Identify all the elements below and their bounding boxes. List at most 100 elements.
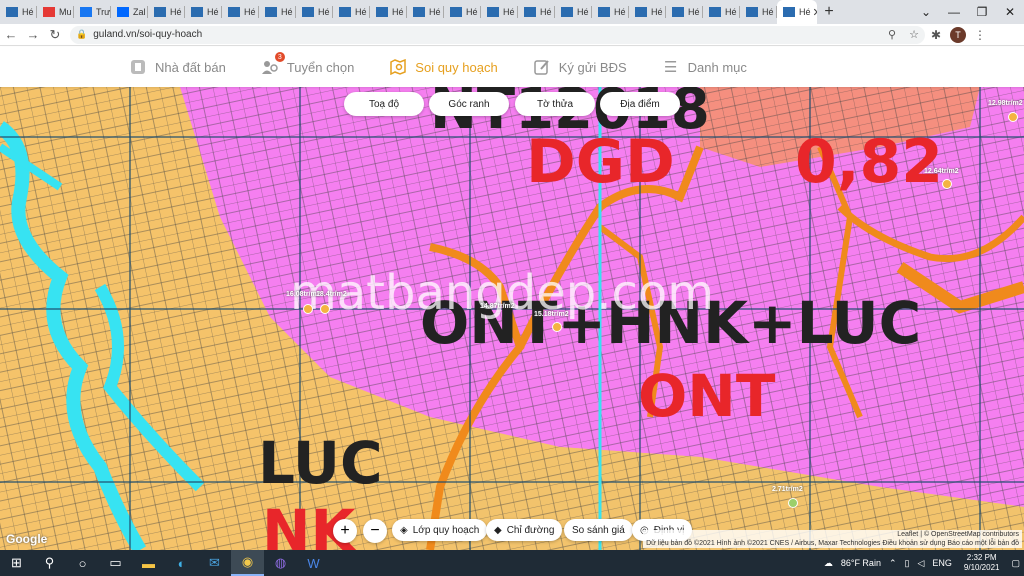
guland-icon: [746, 7, 758, 17]
weather-icon: ☁: [823, 557, 833, 568]
price-marker[interactable]: [320, 304, 330, 314]
map-search-icon: [388, 57, 408, 77]
task-view-icon[interactable]: ▭: [99, 550, 132, 576]
language-indicator[interactable]: ENG: [932, 558, 952, 568]
clock[interactable]: 2:32 PM 9/10/2021: [964, 553, 1000, 573]
browser-tab[interactable]: Hé: [222, 0, 259, 24]
browser-tab[interactable]: Zal: [111, 0, 148, 24]
word-icon[interactable]: W: [297, 550, 330, 576]
mail-icon[interactable]: ✉: [198, 550, 231, 576]
map-attribution: Leaflet | © OpenStreetMap contributors D…: [643, 530, 1022, 548]
browser-tab[interactable]: Hé: [592, 0, 629, 24]
zoom-out-button[interactable]: −: [363, 519, 387, 543]
browser-tab[interactable]: Hé: [333, 0, 370, 24]
browser-tab[interactable]: Hé: [259, 0, 296, 24]
tab-title: Hé: [725, 7, 737, 17]
youtube-icon: [43, 7, 55, 17]
nav-label: Tuyển chọn: [286, 59, 355, 75]
browser-tab[interactable]: Hé: [185, 0, 222, 24]
browser-tab[interactable]: Hé: [555, 0, 592, 24]
tab-title: Hé: [503, 7, 515, 17]
price-marker[interactable]: [552, 322, 562, 332]
browser-tab[interactable]: Hé: [518, 0, 555, 24]
so-sanh-gia-button[interactable]: So sánh giá: [564, 519, 633, 541]
browser-tab[interactable]: Hé: [481, 0, 518, 24]
tab-title: Mu: [59, 7, 72, 17]
nav-danh-muc[interactable]: ☰ Danh mục: [661, 57, 747, 77]
zoom-in-button[interactable]: +: [333, 519, 357, 543]
menu-icon: ☰: [663, 59, 678, 76]
back-button[interactable]: ←: [0, 24, 22, 46]
guland-icon: [154, 7, 166, 17]
browser-tab-bar: Hé Mu Trư Zal Hé Hé Hé Hé Hé Hé Hé Hé Hé Hé Hé Hé Hé Hé Hé…: [0, 0, 1024, 24]
close-window-button[interactable]: ✕: [996, 0, 1024, 24]
goc-ranh-button[interactable]: Góc ranh: [429, 92, 509, 116]
browser-tab[interactable]: Hé: [703, 0, 740, 24]
minimize-button[interactable]: —: [940, 0, 968, 24]
address-bar-row: ← → ↻ 🔒 guland.vn/soi-quy-hoach ⚲ ☆ ✱ T …: [0, 24, 1024, 46]
browser-tab[interactable]: Hé: [148, 0, 185, 24]
tray-chevron-icon[interactable]: ⌃: [889, 558, 897, 569]
browser-tab[interactable]: Hé: [444, 0, 481, 24]
forward-button[interactable]: →: [22, 24, 44, 46]
zoning-label: ONT: [638, 362, 776, 430]
zoning-label: DGD: [526, 127, 675, 197]
tab-search-icon[interactable]: ⌄: [912, 0, 940, 24]
browser-tab[interactable]: Mu: [37, 0, 74, 24]
chi-duong-button[interactable]: ◆ Chỉ đường: [486, 519, 563, 541]
browser-tab[interactable]: Hé: [296, 0, 333, 24]
browser-tab[interactable]: Hé: [370, 0, 407, 24]
guland-icon: [413, 7, 425, 17]
nav-soi-quy-hoach[interactable]: Soi quy hoạch: [388, 57, 498, 77]
price-label: 14.87tr/m2: [480, 303, 515, 310]
facebook-icon: [80, 7, 92, 17]
price-marker[interactable]: [303, 304, 313, 314]
price-marker[interactable]: [942, 179, 952, 189]
nav-label: Ký gửi BĐS: [558, 59, 627, 75]
tool-label: Lớp quy hoạch: [412, 524, 480, 536]
browser-tab[interactable]: Hé: [407, 0, 444, 24]
windows-taskbar: ⊞ ⚲ ○ ▭ ▬ ◐ ✉ ◉ ◍ W ☁ 86°F Rain ⌃ ▯ ◁ EN…: [0, 550, 1024, 576]
nav-nha-dat-ban[interactable]: Nhà đất bán: [128, 57, 226, 77]
weather-text[interactable]: 86°F Rain: [841, 558, 881, 568]
dia-diem-button[interactable]: Địa điểm: [600, 92, 680, 116]
maximize-button[interactable]: ❐: [968, 0, 996, 24]
price-marker[interactable]: [1008, 112, 1018, 122]
close-tab-icon[interactable]: ✕: [813, 6, 817, 19]
new-tab-button[interactable]: +: [817, 0, 841, 24]
extensions-icon[interactable]: ✱: [925, 28, 947, 42]
lop-quy-hoach-button[interactable]: ◈ Lớp quy hoạch: [392, 519, 488, 541]
zoning-map[interactable]: NT12018 DGD 0,82 ONT+HNK+LUC ONT LUC NK …: [0, 87, 1024, 550]
volume-icon[interactable]: ◁: [917, 558, 924, 569]
nav-ky-gui-bds[interactable]: Ký gửi BĐS: [532, 57, 627, 77]
search-icon[interactable]: ⚲: [33, 550, 66, 576]
browser-tab[interactable]: Hé: [740, 0, 777, 24]
guland-icon: [783, 7, 795, 17]
to-thua-button[interactable]: Tờ thửa: [515, 92, 595, 116]
viber-icon[interactable]: ◍: [264, 550, 297, 576]
profile-avatar[interactable]: T: [950, 26, 966, 43]
location-icon[interactable]: ⚲: [881, 28, 903, 41]
nav-badge: 3: [274, 52, 285, 62]
guland-icon: [524, 7, 536, 17]
browser-tab[interactable]: Hé: [0, 0, 37, 24]
reload-button[interactable]: ↻: [44, 24, 66, 46]
edge-icon[interactable]: ◐: [165, 550, 198, 576]
bookmark-star-icon[interactable]: ☆: [903, 28, 925, 41]
network-icon[interactable]: ▯: [905, 558, 910, 569]
notification-icon[interactable]: ▢: [1011, 558, 1020, 569]
browser-tab[interactable]: Trư: [74, 0, 111, 24]
file-explorer-icon[interactable]: ▬: [132, 550, 165, 576]
price-marker[interactable]: [788, 498, 798, 508]
nav-tuyen-chon[interactable]: 3 Tuyển chọn: [260, 52, 355, 77]
browser-tab[interactable]: Hé✕: [777, 0, 817, 24]
windows-start-icon[interactable]: ⊞: [0, 550, 33, 576]
browser-tab[interactable]: Hé: [629, 0, 666, 24]
leaflet-attribution[interactable]: Leaflet | © OpenStreetMap contributors: [643, 530, 1022, 539]
cortana-icon[interactable]: ○: [66, 550, 99, 576]
url-bar[interactable]: 🔒 guland.vn/soi-quy-hoach ⚲ ☆: [70, 25, 925, 44]
chrome-menu-icon[interactable]: ⋮: [969, 28, 991, 42]
chrome-icon[interactable]: ◉: [231, 550, 264, 576]
toa-do-button[interactable]: Toạ độ: [344, 92, 424, 116]
browser-tab[interactable]: Hé: [666, 0, 703, 24]
